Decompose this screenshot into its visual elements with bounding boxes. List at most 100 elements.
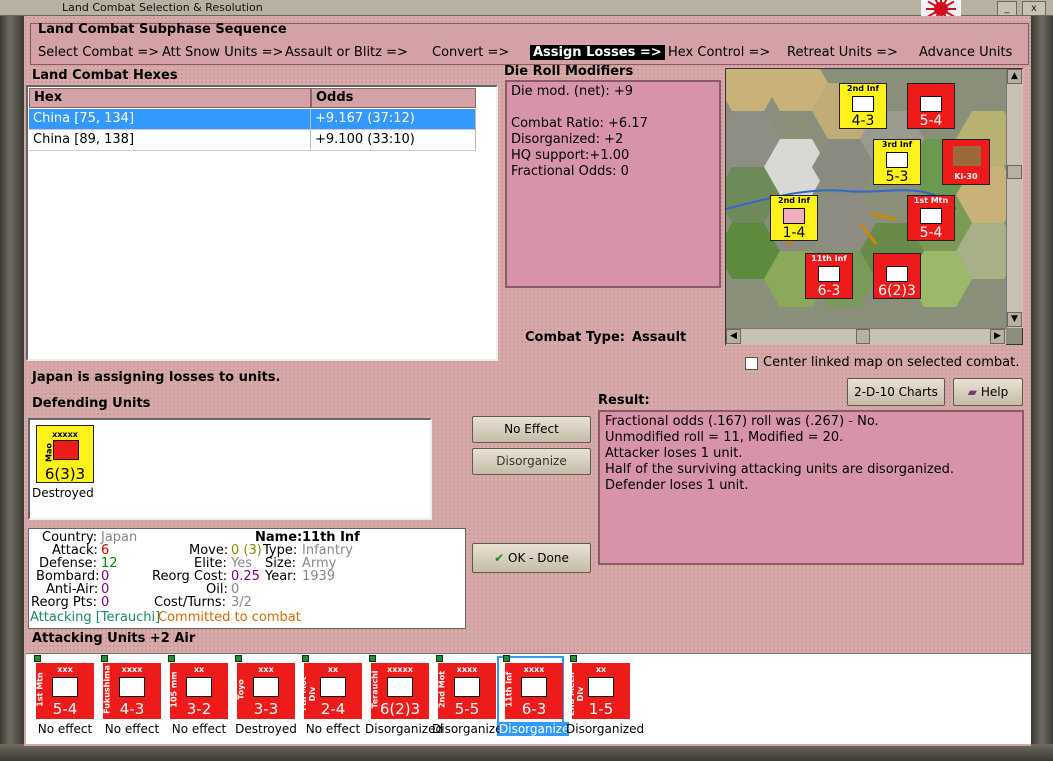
attacking-unit-counter[interactable]: xxxx 2nd Mot 5-5: [438, 663, 496, 719]
help-button[interactable]: ▰ Help: [953, 378, 1023, 406]
attacking-unit-counter[interactable]: xx 7th Mot Div 2-4: [299, 663, 362, 719]
attacking-unit-counter[interactable]: xx 105 mm 3-2: [170, 663, 228, 719]
attacking-heading: Attacking Units +2 Air: [32, 631, 196, 646]
unit-marker-icon: [302, 655, 309, 662]
minimize-button[interactable]: _: [997, 1, 1017, 16]
map-counter[interactable]: 2nd Inf 4-3: [839, 83, 887, 129]
unit-strength: 4-3: [119, 700, 145, 718]
result-line: Defender loses 1 unit.: [605, 478, 749, 493]
scroll-thumb[interactable]: [856, 329, 870, 344]
hex-row-2-hex[interactable]: China [89, 138]: [29, 130, 311, 151]
ok-done-button[interactable]: ✔ OK - Done: [472, 543, 591, 573]
modifier-line: Fractional Odds: 0: [511, 164, 629, 179]
map-counter[interactable]: 2nd Inf 1-4: [770, 195, 818, 241]
step-assign-losses: Assign Losses =>: [530, 45, 665, 60]
scroll-right-icon[interactable]: ▶: [990, 329, 1005, 344]
unit-strength: 1-5: [588, 700, 614, 718]
step-select-combat: Select Combat =>: [38, 45, 160, 60]
scroll-left-icon[interactable]: ◀: [726, 329, 741, 344]
step-assault-or-blitz: Assault or Blitz =>: [285, 45, 408, 60]
defending-unit-counter[interactable]: xxxxx Mao 6(3)3: [36, 425, 94, 483]
unit-symbol: [387, 677, 413, 697]
attacking-unit-counter[interactable]: xxxx 11th Inf 6-3: [505, 663, 563, 719]
result-heading: Result:: [598, 393, 650, 408]
hex-row-1-odds[interactable]: +9.167 (37:12): [311, 109, 476, 130]
unit-marker-icon: [235, 655, 242, 662]
attacking-unit-status: Disorganized: [365, 722, 444, 736]
cost-turns-value: 3/2: [231, 595, 252, 610]
column-odds[interactable]: Odds: [311, 88, 476, 108]
unit-strength: 3-2: [186, 700, 212, 718]
unit-strength: 5-5: [454, 700, 480, 718]
map-counter[interactable]: 6(2)3: [873, 253, 921, 299]
frame-right: [1031, 16, 1053, 761]
step-advance-units: Advance Units: [919, 45, 1013, 60]
modifier-line: Combat Ratio: +6.17: [511, 116, 648, 131]
charts-button[interactable]: 2-D-10 Charts: [847, 378, 945, 406]
attacking-unit-status: No effect: [171, 722, 227, 736]
step-retreat-units: Retreat Units =>: [787, 45, 898, 60]
book-icon: ▰: [967, 385, 978, 399]
unit-size-label: xxxx: [523, 665, 545, 674]
frame-bottom: [0, 744, 1053, 761]
frame-left: [0, 16, 24, 761]
combat-map[interactable]: 2nd Inf 4-3 5-4 3rd Inf 5-3 Ki-30 2nd Inf 1…: [725, 68, 1023, 345]
scroll-down-icon[interactable]: ▼: [1007, 312, 1022, 327]
no-effect-button[interactable]: No Effect: [472, 416, 591, 443]
attacking-unit-status: Disorganized: [432, 722, 511, 736]
attacking-unit-counter[interactable]: xxxxx Terauchi 6(2)3: [371, 663, 429, 719]
unit-symbol: [253, 677, 279, 697]
status-text: Japan is assigning losses to units.: [32, 370, 281, 385]
map-counter-aircraft[interactable]: Ki-30: [942, 139, 990, 185]
step-att-snow-units: Att Snow Units =>: [162, 45, 284, 60]
attacking-unit-counter[interactable]: xx 2nd Mech Div 1-5: [567, 663, 630, 719]
unit-marker-icon: [436, 655, 443, 662]
map-counter[interactable]: 1st Mtn 5-4: [907, 195, 955, 241]
unit-size-label: xxx: [57, 665, 73, 674]
attacking-note: Attacking [Terauchi]: [30, 610, 161, 625]
unit-symbol: [320, 677, 346, 697]
attacking-unit-counter[interactable]: xxx 1st Mtn 5-4: [36, 663, 94, 719]
defending-unit-status: Destroyed: [32, 486, 94, 500]
column-hex[interactable]: Hex: [29, 88, 311, 108]
year-value: 1939: [302, 569, 336, 584]
hex-row-2-odds[interactable]: +9.100 (33:10): [311, 130, 476, 151]
map-counter[interactable]: 11th Inf 6-3: [805, 253, 853, 299]
scroll-thumb[interactable]: [1007, 165, 1022, 179]
attacking-unit-status: No effect: [104, 722, 160, 736]
map-horizontal-scrollbar[interactable]: ◀ ▶: [726, 328, 1006, 345]
unit-strength: 2-4: [320, 700, 346, 718]
unit-marker-icon: [503, 655, 510, 662]
attacking-unit-counter[interactable]: xxx Toyo 3-3: [237, 663, 295, 719]
unit-strength: 6(2)3: [379, 700, 421, 718]
unit-strength: 6-3: [521, 700, 547, 718]
unit-marker-icon: [570, 655, 577, 662]
attacking-unit-status: Disorganized: [566, 722, 645, 736]
attacking-unit-counter[interactable]: xxxx Fukushima 4-3: [103, 663, 161, 719]
map-counter[interactable]: 5-4: [907, 83, 955, 129]
committed-note: Committed to combat: [158, 610, 301, 625]
unit-symbol: [119, 677, 145, 697]
center-map-checkbox[interactable]: [745, 357, 758, 370]
unit-marker-icon: [34, 655, 41, 662]
modifiers-heading: Die Roll Modifiers: [504, 64, 634, 79]
attacking-unit-status: No effect: [37, 722, 93, 736]
map-vertical-scrollbar[interactable]: ▲ ▼: [1006, 69, 1023, 328]
scroll-up-icon[interactable]: ▲: [1007, 69, 1022, 84]
combat-type-label: Combat Type:: [525, 330, 625, 345]
title-bar: Land Combat Selection & Resolution _ x: [0, 0, 1053, 18]
disorganize-button[interactable]: Disorganize: [472, 448, 591, 475]
unit-symbol: [588, 677, 614, 697]
step-convert: Convert =>: [432, 45, 510, 60]
close-button[interactable]: x: [1022, 1, 1046, 16]
attacking-unit-status: Destroyed: [235, 722, 297, 736]
map-counter[interactable]: 3rd Inf 5-3: [873, 139, 921, 185]
unit-size-label: xx: [193, 665, 205, 674]
result-line: Unmodified roll = 11, Modified = 20.: [605, 430, 844, 445]
hex-row-1-hex[interactable]: China [75, 134]: [29, 109, 311, 130]
unit-size-label: xxxxx: [387, 665, 413, 674]
modifier-line: Die mod. (net): +9: [511, 84, 634, 99]
unit-symbol: [521, 677, 547, 697]
cost-turns-label: Cost/Turns:: [154, 595, 226, 610]
window-title: Land Combat Selection & Resolution: [62, 1, 263, 14]
